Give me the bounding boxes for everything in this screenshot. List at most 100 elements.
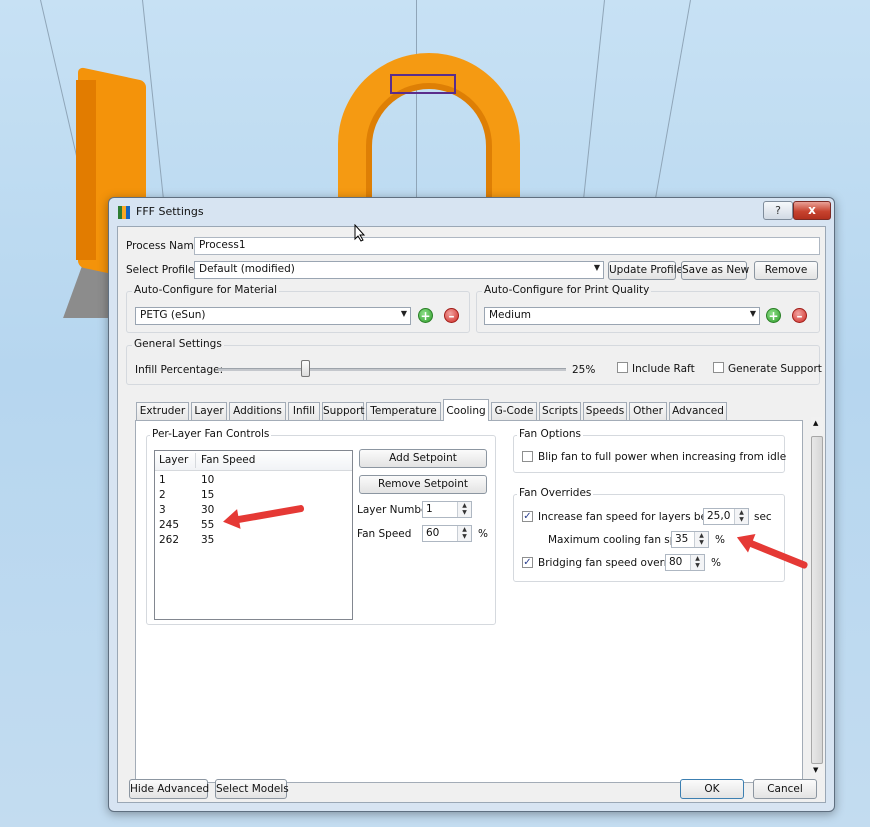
spinner-arrows-icon[interactable]: ▲ ▼ — [694, 532, 708, 547]
max-cooling-spinner[interactable]: 35 ▲ ▼ — [671, 531, 709, 548]
table-row[interactable]: 262 35 — [155, 533, 352, 547]
bridging-value: 80 — [669, 556, 683, 568]
tab-additions[interactable]: Additions — [229, 402, 286, 421]
vertical-scrollbar[interactable]: ▲ ▼ — [811, 417, 823, 777]
profile-select[interactable]: Default (modified) ▼ — [194, 261, 604, 279]
save-as-new-button[interactable]: Save as New — [681, 261, 749, 280]
max-cooling-unit: % — [715, 534, 725, 546]
tab-temperature[interactable]: Temperature — [366, 402, 441, 421]
tab-speeds[interactable]: Speeds — [583, 402, 627, 421]
select-profile-label: Select Profile: — [126, 264, 198, 276]
table-row[interactable]: 1 10 — [155, 473, 352, 487]
increase-fan-checkbox[interactable]: ✓ — [522, 511, 533, 522]
general-settings-title: General Settings — [132, 338, 224, 350]
tab-extruder[interactable]: Extruder — [136, 402, 189, 421]
row-layer: 1 — [159, 474, 166, 486]
fan-overrides-title: Fan Overrides — [517, 487, 594, 499]
table-row[interactable]: 2 15 — [155, 488, 352, 502]
select-models-button[interactable]: Select Models — [215, 779, 289, 799]
selection-highlight — [390, 74, 456, 94]
tab-advanced[interactable]: Advanced — [669, 402, 727, 421]
layer-number-spinner[interactable]: 1 ▲ ▼ — [422, 501, 472, 518]
row-fan-speed: 15 — [201, 489, 215, 501]
material-select-value: PETG (eSun) — [140, 309, 206, 321]
quality-select[interactable]: Medium ▼ — [484, 307, 760, 325]
spinner-arrows-icon[interactable]: ▲ ▼ — [457, 526, 471, 541]
include-raft-label: Include Raft — [632, 363, 695, 375]
row-fan-speed: 55 — [201, 519, 215, 531]
spinner-arrows-icon[interactable]: ▲ ▼ — [690, 555, 704, 570]
infill-slider-thumb[interactable] — [301, 360, 310, 377]
row-layer: 2 — [159, 489, 166, 501]
layer-number-value: 1 — [426, 503, 433, 515]
blip-fan-label: Blip fan to full power when increasing f… — [538, 451, 787, 463]
generate-support-label: Generate Support — [728, 363, 822, 375]
remove-profile-button[interactable]: Remove — [754, 261, 818, 280]
column-header-fan-speed[interactable]: Fan Speed — [201, 451, 255, 469]
window-title: FFF Settings — [136, 205, 204, 218]
tab-g-code[interactable]: G-Code — [491, 402, 537, 421]
scrollbar-thumb[interactable] — [811, 436, 823, 764]
fan-options-title: Fan Options — [517, 428, 584, 440]
spinner-arrows-icon[interactable]: ▲ ▼ — [734, 509, 748, 524]
include-raft-checkbox[interactable] — [617, 362, 628, 373]
title-bar[interactable]: FFF Settings ? x — [109, 198, 834, 226]
chevron-down-icon: ▼ — [749, 309, 756, 318]
tab-bar: Extruder Layer Additions Infill Support Tempe… — [136, 399, 796, 422]
column-header-layer[interactable]: Layer — [159, 451, 188, 469]
bridging-checkbox[interactable]: ✓ — [522, 557, 533, 568]
row-fan-speed: 10 — [201, 474, 215, 486]
tab-scripts[interactable]: Scripts — [539, 402, 581, 421]
update-profile-button[interactable]: Update Profile — [608, 261, 683, 280]
infill-slider-track[interactable] — [218, 368, 566, 371]
tab-pane-cooling: Per-Layer Fan Controls Layer Fan Speed 1… — [135, 420, 803, 783]
quality-remove-button[interactable]: – — [792, 308, 807, 323]
cursor-icon — [354, 224, 366, 242]
tab-support[interactable]: Support — [322, 402, 365, 421]
setpoint-list[interactable]: Layer Fan Speed 1 10 2 15 3 30 245 55 262 35 — [154, 450, 353, 620]
increase-fan-unit: sec — [754, 511, 772, 523]
close-button[interactable]: x — [793, 201, 831, 220]
increase-fan-spinner[interactable]: 25,0 ▲ ▼ — [703, 508, 749, 525]
column-divider — [195, 453, 196, 468]
per-layer-fan-title: Per-Layer Fan Controls — [150, 428, 272, 440]
material-select[interactable]: PETG (eSun) ▼ — [135, 307, 411, 325]
spinner-arrows-icon[interactable]: ▲ ▼ — [457, 502, 471, 517]
material-group-title: Auto-Configure for Material — [132, 284, 280, 296]
increase-fan-label: Increase fan speed for layers below — [538, 511, 725, 523]
material-add-button[interactable]: + — [418, 308, 433, 323]
layer-number-label: Layer Number — [357, 504, 432, 516]
chevron-down-icon: ▼ — [400, 309, 407, 318]
bridging-spinner[interactable]: 80 ▲ ▼ — [665, 554, 705, 571]
bridging-unit: % — [711, 557, 721, 569]
increase-fan-value: 25,0 — [707, 510, 731, 522]
quality-group-title: Auto-Configure for Print Quality — [482, 284, 652, 296]
ok-button[interactable]: OK — [680, 779, 744, 799]
tab-other[interactable]: Other — [629, 402, 667, 421]
blip-fan-checkbox[interactable] — [522, 451, 533, 462]
tab-layer[interactable]: Layer — [191, 402, 227, 421]
tab-infill[interactable]: Infill — [288, 402, 320, 421]
fan-speed-unit: % — [478, 528, 488, 540]
row-layer: 262 — [159, 534, 180, 546]
hide-advanced-button[interactable]: Hide Advanced — [129, 779, 209, 799]
cancel-button[interactable]: Cancel — [753, 779, 817, 799]
add-setpoint-button[interactable]: Add Setpoint — [359, 449, 487, 468]
fan-speed-spinner[interactable]: 60 ▲ ▼ — [422, 525, 472, 542]
grid-line — [583, 0, 605, 200]
chevron-down-icon: ▼ — [593, 263, 600, 272]
quality-select-value: Medium — [489, 309, 531, 321]
scroll-down-icon[interactable]: ▼ — [813, 766, 818, 774]
tab-cooling[interactable]: Cooling — [443, 399, 489, 421]
material-remove-button[interactable]: – — [444, 308, 459, 323]
row-fan-speed: 35 — [201, 534, 215, 546]
profile-select-value: Default (modified) — [199, 263, 295, 275]
infill-percentage-label: Infill Percentage: — [135, 364, 224, 376]
process-name-input[interactable]: Process1 — [194, 237, 820, 255]
help-button[interactable]: ? — [763, 201, 793, 220]
generate-support-checkbox[interactable] — [713, 362, 724, 373]
quality-add-button[interactable]: + — [766, 308, 781, 323]
scroll-up-icon[interactable]: ▲ — [813, 419, 818, 427]
model-left-part-side — [76, 80, 96, 260]
remove-setpoint-button[interactable]: Remove Setpoint — [359, 475, 487, 494]
